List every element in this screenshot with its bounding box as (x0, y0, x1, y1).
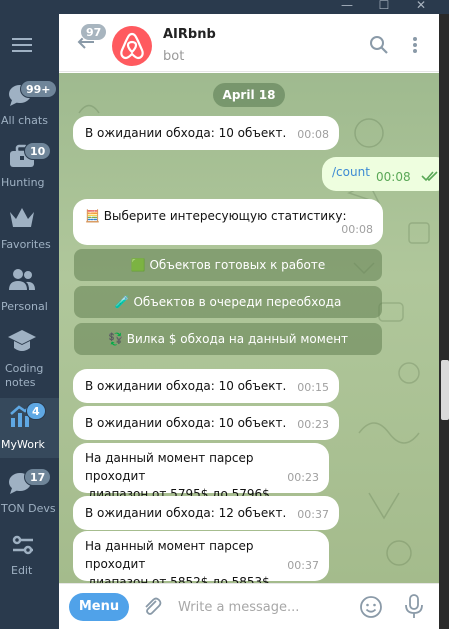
folder-label: MyWork (1, 438, 45, 451)
message-text: На данный момент парсер проходит (85, 539, 254, 571)
incoming-message[interactable]: В ожидании обхода: 10 объект. 00:23 (73, 406, 339, 440)
message-text: диапазон от 5852$ до 5853$ (88, 575, 270, 583)
message-time: 00:08 (376, 170, 411, 184)
incoming-message[interactable]: В ожидании обхода: 12 объект. 00:37 (73, 496, 339, 530)
date-separator: April 18 (213, 83, 285, 107)
folder-badge: 17 (24, 468, 52, 486)
sliders-icon (12, 535, 33, 555)
chat-subtitle: bot (163, 49, 185, 64)
message-time: 00:23 (287, 471, 319, 484)
emoji-icon[interactable] (359, 595, 383, 619)
incoming-message[interactable]: На данный момент парсер проходит диапазо… (73, 531, 329, 583)
folder-personal[interactable]: Personal (0, 262, 59, 322)
message-text: В ожидании обхода: 10 объект. (85, 126, 287, 140)
message-time: 00:37 (297, 508, 329, 521)
crown-icon (10, 208, 34, 227)
airbnb-logo-icon (120, 32, 144, 60)
hamburger-menu-icon[interactable] (12, 38, 32, 52)
chat-header: 97 AIRbnb bot (59, 14, 439, 72)
double-check-icon (421, 171, 438, 182)
folder-hunting[interactable]: 10 Hunting (0, 138, 59, 198)
folder-coding-notes[interactable]: Coding notes (0, 324, 59, 398)
message-text: 🧮 Выберите интересующую статистику: (85, 209, 347, 223)
avatar[interactable] (112, 26, 152, 66)
inline-button-recrawl-queue[interactable]: 🧪 Объектов в очереди переобхода (74, 286, 382, 318)
message-text: В ожидании обхода: 10 объект. (85, 416, 287, 430)
folder-label: Hunting (1, 176, 45, 189)
inline-button-ready-objects[interactable]: 🟩 Объектов готовых к работе (74, 249, 382, 281)
bot-menu-button[interactable]: Menu (69, 593, 129, 621)
incoming-message[interactable]: В ожидании обхода: 10 объект. 00:08 (73, 116, 339, 150)
folder-favorites[interactable]: Favorites (0, 200, 59, 260)
folder-mywork[interactable]: 4 MyWork (0, 398, 59, 458)
folder-label: All chats (1, 114, 48, 127)
folder-edit[interactable]: Edit (0, 528, 59, 588)
folder-label: Edit (11, 564, 33, 577)
message-text: На данный момент парсер проходит (85, 451, 254, 483)
incoming-message[interactable]: 🧮 Выберите интересующую статистику: 00:0… (73, 199, 383, 245)
graduation-cap-icon (8, 330, 36, 351)
message-input[interactable] (178, 596, 378, 618)
folder-label: Favorites (1, 238, 51, 251)
folder-label: TON Devs (1, 502, 56, 515)
search-icon[interactable] (369, 35, 389, 55)
inline-button-price-range[interactable]: 💱 Вилка $ обхода на данный момент (74, 323, 382, 355)
maximize-button[interactable]: ☐ (369, 0, 399, 14)
microphone-icon[interactable] (402, 593, 426, 619)
folder-label: Coding notes (5, 362, 44, 389)
message-time: 00:23 (297, 418, 329, 431)
more-options-icon[interactable] (405, 35, 425, 55)
outgoing-message[interactable]: /count 00:08 (322, 157, 439, 191)
message-text: В ожидании обхода: 12 объект. (85, 506, 287, 520)
folder-badge: 4 (26, 402, 46, 420)
unread-count-badge: 97 (80, 23, 108, 41)
attach-icon[interactable] (141, 595, 163, 617)
folders-sidebar: 99+ All chats 10 Hunting Favorites Perso… (0, 14, 59, 629)
message-composer: Menu (59, 583, 449, 629)
message-text: В ожидании обхода: 10 объект. (85, 379, 287, 393)
message-list[interactable]: April 18 В ожидании обхода: 10 объект. 0… (59, 73, 439, 583)
folder-badge: 99+ (20, 80, 57, 98)
message-time: 00:08 (341, 223, 373, 236)
folder-badge: 10 (24, 142, 52, 160)
command-link[interactable]: /count (332, 165, 370, 179)
people-icon (9, 269, 35, 290)
scrollbar-thumb[interactable] (441, 360, 449, 420)
folder-label: Personal (1, 300, 48, 313)
incoming-message[interactable]: В ожидании обхода: 10 объект. 00:15 (73, 369, 339, 403)
minimize-button[interactable]: — (332, 0, 362, 14)
incoming-message[interactable]: На данный момент парсер проходит диапазо… (73, 443, 329, 501)
message-time: 00:15 (297, 381, 329, 394)
folder-ton-devs[interactable]: 17 TON Devs (0, 464, 59, 524)
message-time: 00:08 (297, 128, 329, 141)
chat-title[interactable]: AIRbnb (163, 27, 216, 42)
window-titlebar: — ☐ ✕ (0, 0, 449, 14)
close-button[interactable]: ✕ (406, 0, 436, 14)
message-time: 00:37 (287, 559, 319, 572)
window-edge (439, 14, 449, 629)
folder-all-chats[interactable]: 99+ All chats (0, 76, 59, 136)
